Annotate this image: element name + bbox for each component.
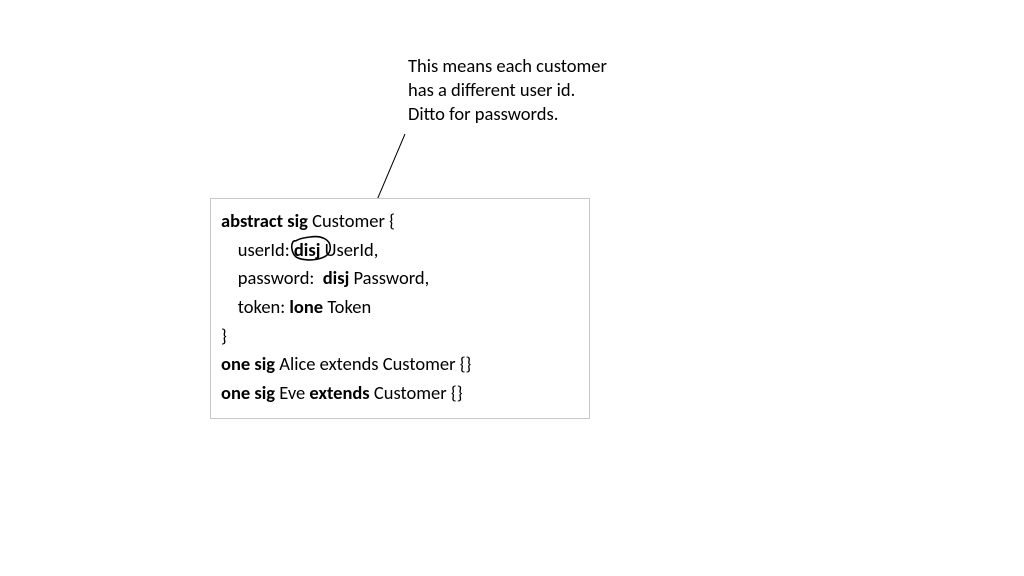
code-line: userId: disj UserId, [221, 236, 579, 265]
field-label: token: [238, 295, 290, 318]
code-line: one sig Alice extends Customer {} [221, 350, 579, 379]
sig-decl: Alice extends Customer {} [279, 352, 471, 375]
code-line: password: disj Password, [221, 264, 579, 293]
keyword-lone: lone [289, 295, 327, 318]
keyword-disj: disj [294, 238, 321, 261]
indent [221, 238, 238, 261]
annotation-line: has a different user id. [408, 78, 688, 102]
annotation-text: This means each customer has a different… [408, 54, 688, 126]
sig-name: Eve [279, 381, 309, 404]
annotation-line: This means each customer [408, 54, 688, 78]
field-label: password: [238, 266, 323, 289]
field-type: Password, [354, 266, 430, 289]
indent [221, 266, 238, 289]
field-type: Token [327, 295, 371, 318]
code-line: abstract sig Customer { [221, 207, 579, 236]
indent [221, 295, 238, 318]
code-snippet-box: abstract sig Customer { userId: disj Use… [210, 198, 590, 419]
keyword-one-sig: one sig [221, 381, 279, 404]
keyword-disj: disj [323, 266, 354, 289]
circled-keyword: disj [294, 236, 321, 265]
code-line: token: lone Token [221, 293, 579, 322]
code-line: one sig Eve extends Customer {} [221, 379, 579, 408]
code-line: } [221, 322, 579, 351]
field-type: UserId, [320, 238, 378, 261]
annotation-line: Ditto for passwords. [408, 102, 688, 126]
keyword-abstract-sig: abstract sig [221, 209, 312, 232]
close-brace: } [221, 324, 227, 347]
keyword-extends: extends [309, 381, 373, 404]
sig-decl: Customer {} [374, 381, 463, 404]
keyword-one-sig: one sig [221, 352, 279, 375]
sig-name: Customer { [312, 209, 395, 232]
field-label: userId: [238, 238, 294, 261]
